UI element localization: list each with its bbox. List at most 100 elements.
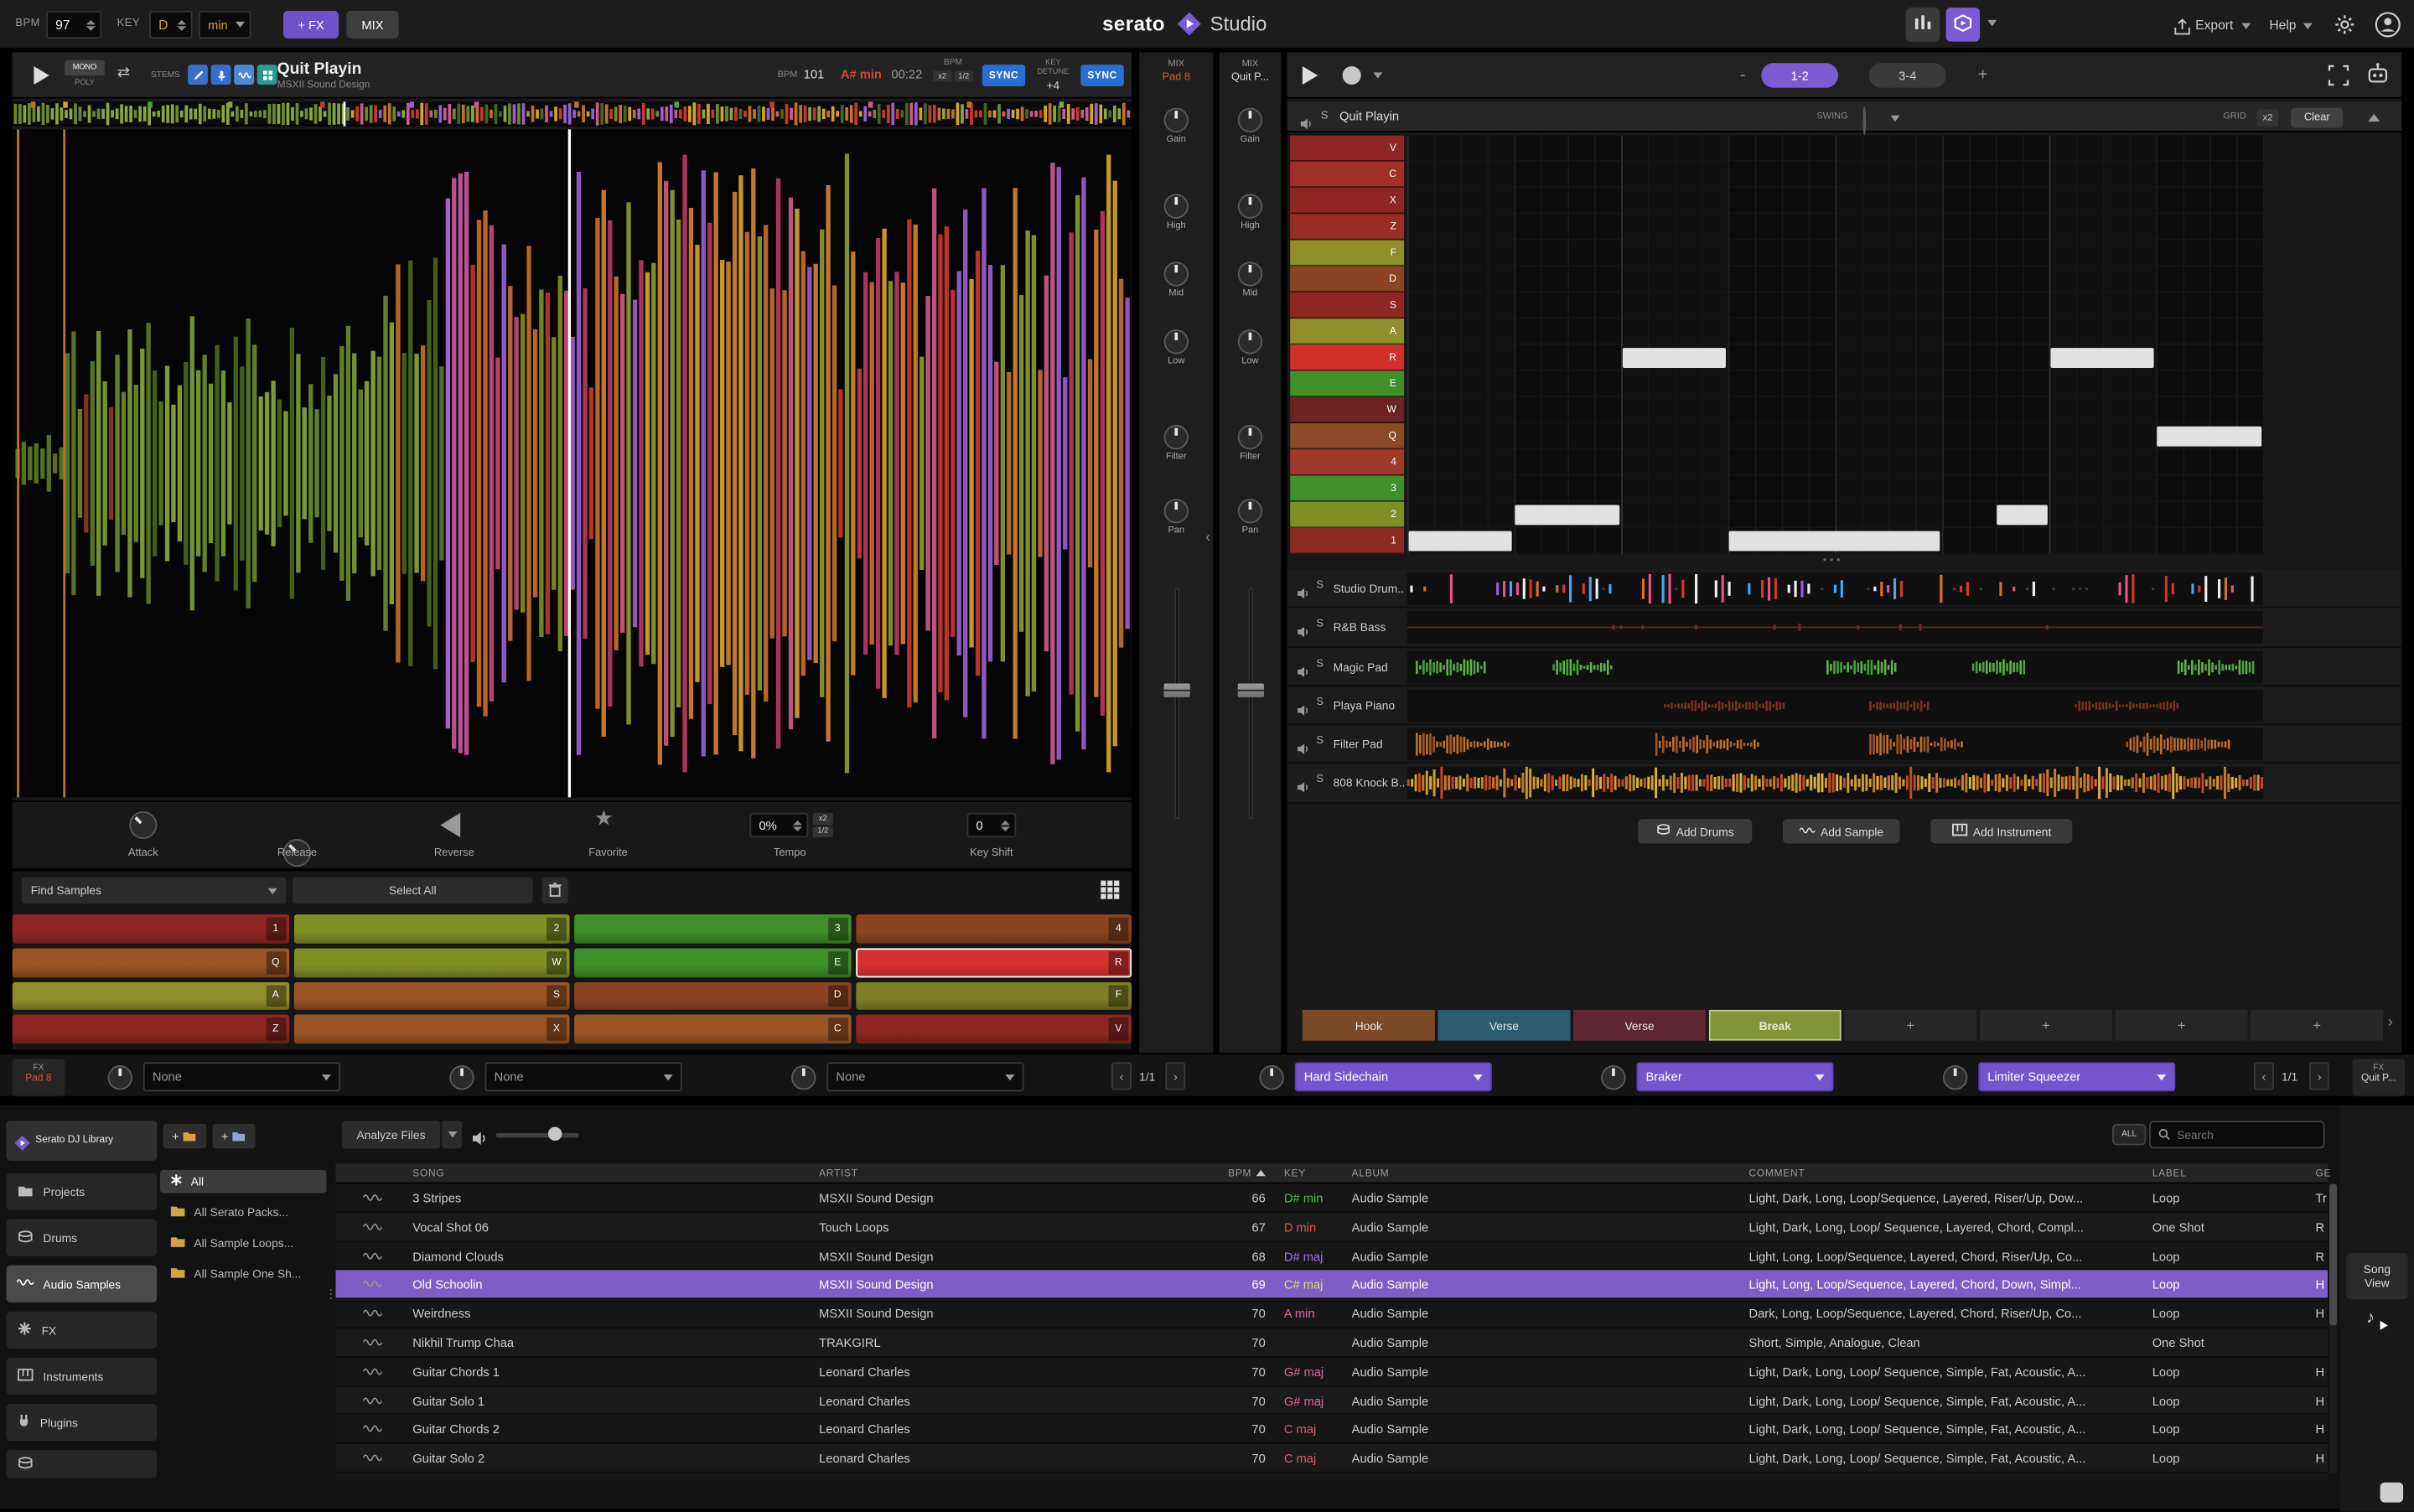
sample-pad-A[interactable]: A	[13, 981, 289, 1010]
add-section-button[interactable]: +	[1980, 1010, 2112, 1041]
settings-gear-icon[interactable]	[2334, 14, 2355, 44]
favorite-star-button[interactable]: ★	[594, 805, 614, 831]
sidebar-item-plugins[interactable]: Plugins	[6, 1404, 157, 1441]
fx-knob[interactable]	[1259, 1064, 1283, 1089]
mixer-knob-gain[interactable]	[1238, 108, 1262, 132]
mute-speaker-icon[interactable]	[1297, 736, 1311, 764]
pad-grid-view-icon[interactable]	[1099, 879, 1121, 909]
fx-left-prev-button[interactable]: ‹	[1111, 1062, 1132, 1090]
crate-item[interactable]: All	[160, 1170, 326, 1194]
swing-knob[interactable]	[1862, 106, 1866, 136]
table-row[interactable]: Guitar Chords 2Leonard Charles70C majAud…	[335, 1416, 2328, 1445]
keyshift-stepper[interactable]: 0	[966, 813, 1016, 837]
export-chevron-icon[interactable]	[2241, 23, 2251, 29]
mixer-knob-low[interactable]	[1164, 329, 1189, 354]
sample-pad-V[interactable]: V	[855, 1015, 1132, 1043]
sample-pad-Q[interactable]: Q	[13, 948, 289, 976]
fx-knob[interactable]	[449, 1064, 474, 1089]
analyze-options-button[interactable]	[442, 1121, 462, 1148]
table-row[interactable]: 3 StripesMSXII Sound Design66D# minAudio…	[335, 1183, 2328, 1213]
piano-key-S[interactable]: S	[1290, 293, 1404, 318]
piano-key-X[interactable]: X	[1290, 188, 1404, 214]
piano-key-E[interactable]: E	[1290, 371, 1404, 397]
sample-pad-2[interactable]: 2	[293, 914, 570, 943]
mono-button[interactable]: MONO	[65, 60, 105, 75]
clear-button[interactable]: Clear	[2291, 108, 2343, 128]
select-all-button[interactable]: Select All	[293, 878, 533, 904]
track-row[interactable]: SFilter Pad	[1287, 725, 2402, 764]
tempo-arrows-icon[interactable]	[793, 820, 802, 831]
add-drums-button[interactable]: Add Drums	[1638, 819, 1752, 843]
fx-knob[interactable]	[1601, 1064, 1625, 1089]
delete-trash-button[interactable]	[542, 878, 568, 904]
key-stepper-arrows-icon[interactable]	[177, 19, 186, 30]
stems-vocal-icon[interactable]	[211, 65, 231, 85]
piano-key-R[interactable]: R	[1290, 344, 1404, 370]
solo-button[interactable]: S	[1316, 775, 1324, 786]
track-row[interactable]: S808 Knock B...	[1287, 764, 2402, 803]
sidebar-item-projects[interactable]: Projects	[6, 1173, 157, 1210]
bpm-sync-button[interactable]: SYNC	[982, 65, 1025, 86]
fx-select[interactable]: None	[485, 1062, 682, 1091]
add-smart-crate-button[interactable]: +	[212, 1124, 255, 1148]
fx-knob[interactable]	[1943, 1064, 1967, 1089]
deck-play-button[interactable]	[34, 66, 49, 85]
track-waveform[interactable]	[1407, 690, 2263, 722]
global-bpm-stepper[interactable]: 97	[46, 11, 101, 39]
track-row[interactable]: SPlaya Piano	[1287, 686, 2402, 725]
midi-note[interactable]	[1997, 505, 2047, 525]
mute-speaker-icon[interactable]	[1297, 775, 1311, 803]
table-row[interactable]: Old SchoolinMSXII Sound Design69C# majAu…	[335, 1271, 2328, 1300]
mute-speaker-icon[interactable]	[1297, 619, 1311, 647]
fx-select[interactable]: Hard Sidechain	[1295, 1062, 1492, 1091]
piano-grid[interactable]	[1407, 136, 2263, 555]
mixer-knob-mid[interactable]	[1164, 261, 1189, 286]
midi-note[interactable]	[1622, 348, 1726, 368]
sidebar-item-fx[interactable]: FX	[6, 1312, 157, 1349]
export-button[interactable]: Export	[2195, 17, 2233, 32]
global-key-stepper[interactable]: D	[149, 11, 192, 39]
fx-select[interactable]: None	[826, 1062, 1023, 1091]
table-row[interactable]: Diamond CloudsMSXII Sound Design68D# maj…	[335, 1241, 2328, 1271]
midi-note[interactable]	[2050, 348, 2154, 368]
mixer-knob-pan[interactable]	[1238, 499, 1262, 523]
solo-button[interactable]: S	[1316, 697, 1324, 708]
sidebar-item-drums[interactable]: Drums	[6, 1219, 157, 1256]
section-hook[interactable]: Hook	[1303, 1010, 1435, 1041]
sample-pad-4[interactable]: 4	[855, 914, 1132, 943]
section-verse[interactable]: Verse	[1573, 1010, 1706, 1041]
loop-arrows-icon[interactable]: ⇄	[117, 65, 130, 81]
bars-range-3-4[interactable]: 3-4	[1869, 63, 1946, 87]
fullscreen-icon[interactable]	[2328, 65, 2349, 94]
fx-select[interactable]: Limiter Squeezer	[1978, 1062, 2175, 1091]
music-note-icon[interactable]: ♪	[2366, 1308, 2375, 1327]
preview-speaker-icon[interactable]	[471, 1126, 488, 1154]
stems-drums-icon[interactable]	[257, 65, 277, 85]
keyshift-arrows-icon[interactable]	[1001, 820, 1010, 831]
crate-item[interactable]: All Serato Packs...	[160, 1201, 326, 1225]
mute-speaker-icon[interactable]	[1297, 580, 1311, 608]
mixer-knob-pan[interactable]	[1164, 499, 1189, 523]
piano-key-4[interactable]: 4	[1290, 449, 1404, 475]
piano-key-W[interactable]: W	[1290, 397, 1404, 423]
chat-bubble-icon[interactable]	[2380, 1483, 2404, 1503]
track-row[interactable]: SR&B Bass	[1287, 608, 2402, 647]
sample-pad-F[interactable]: F	[855, 981, 1132, 1010]
bpm-x2-button[interactable]: x2	[933, 70, 951, 81]
sample-pad-E[interactable]: E	[574, 948, 851, 976]
add-sample-button[interactable]: Add Sample	[1783, 819, 1900, 843]
swing-chevron-icon[interactable]	[1891, 116, 1900, 122]
column-header-genre[interactable]: GENRE	[2315, 1168, 2330, 1179]
library-home-button[interactable]: Serato DJ Library	[6, 1121, 157, 1161]
sample-pad-R[interactable]: R	[855, 948, 1132, 976]
record-button[interactable]	[1343, 66, 1361, 85]
collapse-pattern-chevron-up-icon[interactable]	[2368, 114, 2380, 122]
mixer-fader[interactable]	[1220, 588, 1281, 820]
table-row-partial[interactable]	[335, 1473, 2328, 1481]
midi-note[interactable]	[1729, 531, 1940, 551]
stems-edit-icon[interactable]	[188, 65, 208, 85]
sidebar-item-instruments[interactable]: Instruments	[6, 1358, 157, 1395]
column-header-artist[interactable]: ARTIST	[819, 1168, 1165, 1179]
zoom-out-button[interactable]: -	[1730, 63, 1754, 87]
track-row[interactable]: SMagic Pad	[1287, 648, 2402, 686]
